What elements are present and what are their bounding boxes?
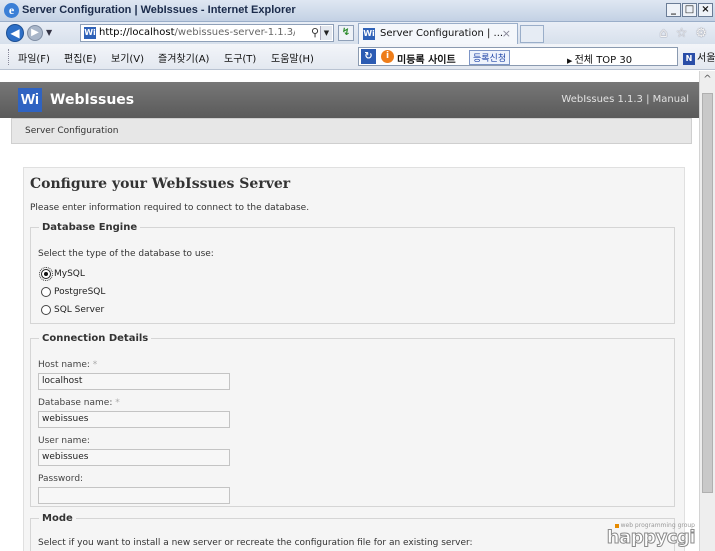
- manual-link[interactable]: Manual: [653, 94, 689, 105]
- radio-sqlserver[interactable]: SQL Server: [41, 305, 104, 315]
- host-name-input[interactable]: localhost: [38, 373, 230, 390]
- address-url[interactable]: http://localhost/webissues-server-1.1.3/…: [99, 27, 295, 38]
- radio-sqlserver-control[interactable]: [41, 305, 51, 315]
- refresh-button[interactable]: ↯: [338, 25, 354, 41]
- radio-postgresql[interactable]: PostgreSQL: [41, 287, 105, 297]
- config-form: Configure your WebIssues Server Please e…: [23, 167, 685, 551]
- tab-label: Server Configuration | ...: [380, 28, 504, 39]
- radio-mysql[interactable]: MySQL: [39, 267, 85, 281]
- database-name-label: Database name: *: [38, 398, 120, 408]
- required-marker: *: [92, 360, 98, 370]
- tab-favicon-icon: Wi: [363, 28, 375, 40]
- version-separator: |: [646, 94, 650, 105]
- breadcrumb-item: Server Configuration: [25, 126, 119, 136]
- browser-tab[interactable]: Wi Server Configuration | ... ×: [358, 23, 518, 44]
- password-input[interactable]: [38, 487, 230, 504]
- app-header: Wi WebIssues WebIssues 1.1.3 | Manual: [0, 82, 699, 118]
- gear-icon[interactable]: ⚙: [695, 26, 707, 41]
- home-icon[interactable]: ⌂: [659, 26, 667, 41]
- mode-legend: Mode: [42, 513, 73, 524]
- forward-button[interactable]: ▶: [27, 25, 43, 41]
- database-engine-legend: Database Engine: [42, 222, 138, 233]
- ie-logo-icon: e: [4, 3, 19, 18]
- app-version: WebIssues 1.1.3: [561, 94, 643, 105]
- browser-right-icons: ⌂ ☆ ⚙: [659, 26, 707, 41]
- user-name-input[interactable]: webissues: [38, 449, 230, 466]
- password-label: Password:: [38, 474, 84, 484]
- radio-mysql-control[interactable]: [39, 267, 53, 281]
- database-name-input[interactable]: webissues: [38, 411, 230, 428]
- vertical-scrollbar[interactable]: ^: [699, 71, 715, 551]
- required-marker: *: [115, 398, 120, 408]
- addon-toolbar: ↻ i 미등록 사이트 등록신청 전체 TOP 30: [358, 47, 678, 66]
- database-engine-hint: Select the type of the database to use:: [38, 249, 214, 259]
- history-dropdown-icon[interactable]: ▼: [46, 28, 52, 37]
- toolbar-grip: [8, 49, 11, 65]
- scrollbar-thumb[interactable]: [702, 93, 713, 493]
- window-titlebar: e Server Configuration | WebIssues - Int…: [0, 0, 715, 22]
- database-engine-group: Database Engine Select the type of the d…: [30, 222, 675, 324]
- menu-tools[interactable]: 도구(T): [224, 50, 256, 65]
- back-button[interactable]: ◀: [6, 24, 24, 42]
- radio-postgresql-label[interactable]: PostgreSQL: [54, 287, 105, 297]
- search-icon[interactable]: ⚲: [311, 26, 319, 39]
- window-title: Server Configuration | WebIssues - Inter…: [22, 4, 296, 16]
- tab-close-icon[interactable]: ×: [502, 27, 511, 40]
- info-icon[interactable]: i: [381, 50, 394, 63]
- radio-mysql-label[interactable]: MySQL: [54, 269, 85, 279]
- watermark: web programming group happycgi: [606, 522, 696, 548]
- top30-link[interactable]: 전체 TOP 30: [567, 51, 633, 66]
- address-dropdown-icon[interactable]: ▼: [320, 26, 332, 40]
- city-widget[interactable]: N 서울: [683, 49, 715, 65]
- maximize-button[interactable]: □: [682, 3, 697, 17]
- user-name-label: User name:: [38, 436, 90, 446]
- menu-edit[interactable]: 편집(E): [64, 50, 97, 65]
- menu-view[interactable]: 보기(V): [111, 50, 144, 65]
- host-name-label: Host name: *: [38, 360, 98, 370]
- menu-help[interactable]: 도움말(H): [271, 50, 314, 65]
- menu-favorites[interactable]: 즐겨찾기(A): [158, 50, 209, 65]
- menu-file[interactable]: 파일(F): [18, 50, 50, 65]
- site-favicon-icon: Wi: [84, 27, 96, 39]
- scroll-up-icon[interactable]: ^: [702, 74, 713, 85]
- page-viewport: Wi WebIssues WebIssues 1.1.3 | Manual Se…: [0, 71, 699, 551]
- webissues-logo-icon[interactable]: Wi: [18, 88, 42, 112]
- news-icon: N: [683, 53, 695, 65]
- new-tab-button[interactable]: [520, 25, 544, 43]
- mode-hint: Select if you want to install a new serv…: [38, 538, 473, 548]
- star-icon[interactable]: ☆: [676, 26, 688, 41]
- radio-sqlserver-label[interactable]: SQL Server: [54, 305, 104, 315]
- app-name: WebIssues: [50, 92, 135, 108]
- navigation-bar: ◀ ▶ ▼ Wi http://localhost/webissues-serv…: [0, 22, 715, 44]
- mode-group: Mode Select if you want to install a new…: [30, 513, 675, 551]
- intro-text: Please enter information required to con…: [30, 203, 310, 213]
- page-title: Configure your WebIssues Server: [30, 176, 291, 192]
- connection-details-legend: Connection Details: [42, 333, 149, 344]
- app-version-bar: WebIssues 1.1.3 | Manual: [561, 94, 689, 105]
- register-button[interactable]: 등록신청: [469, 50, 511, 65]
- close-window-button[interactable]: ×: [698, 3, 713, 17]
- watermark-logo: happycgi: [606, 527, 696, 548]
- breadcrumb: Server Configuration: [11, 118, 692, 144]
- radio-postgresql-control[interactable]: [41, 287, 51, 297]
- minimize-button[interactable]: _: [666, 3, 681, 17]
- address-bar[interactable]: Wi http://localhost/webissues-server-1.1…: [80, 24, 334, 42]
- menu-bar: 파일(F) 편집(E) 보기(V) 즐겨찾기(A) 도구(T) 도움말(H) ↻…: [0, 44, 715, 70]
- unregistered-site-label: 미등록 사이트: [397, 55, 456, 66]
- window-controls: _ □ ×: [666, 3, 713, 17]
- connection-details-group: Connection Details Host name: * localhos…: [30, 333, 675, 507]
- addon-logo-icon[interactable]: ↻: [361, 49, 376, 64]
